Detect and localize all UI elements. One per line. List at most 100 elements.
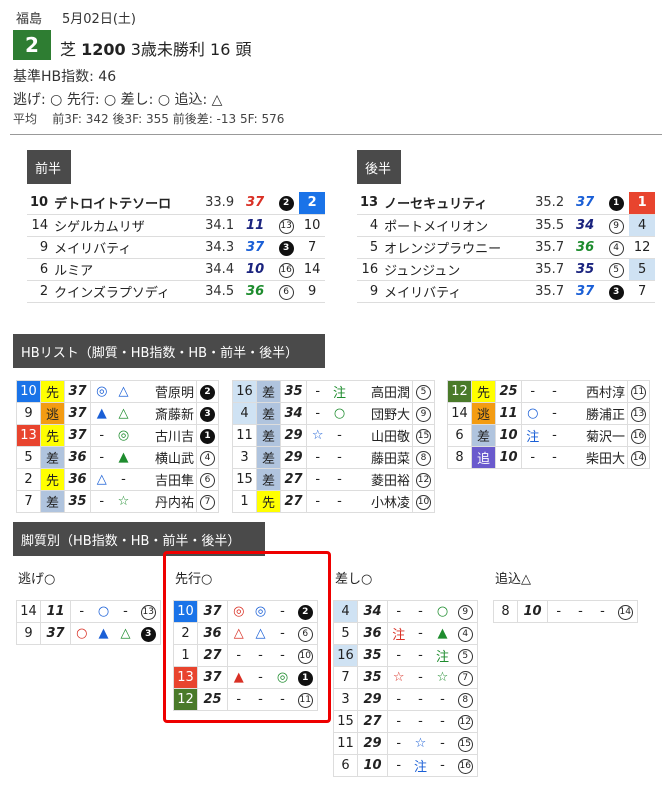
style-row: 16 35- - 注 5 — [333, 644, 478, 667]
horse-no: 2 — [173, 622, 198, 645]
rank-badge: 1 — [297, 671, 313, 686]
rank-cell: 16 — [453, 754, 478, 777]
mark-2: △ — [249, 622, 272, 645]
horse-no: 14 — [27, 214, 52, 237]
rank-badge: 10 — [297, 649, 313, 664]
mark-2: - — [249, 644, 272, 667]
rank-cell: 12 — [412, 468, 435, 491]
base-hb-index: 基準HB指数: 46 — [13, 69, 117, 85]
running-style: 先 — [40, 468, 65, 491]
horse-name: デトロイトテソーロ — [51, 192, 198, 215]
horse-no: 7 — [333, 666, 358, 689]
hb-value: 35 — [357, 666, 388, 689]
hb-value: 37 — [567, 280, 604, 303]
mark-3: - — [591, 600, 614, 623]
hb-value: 36 — [237, 280, 274, 303]
rank-badge: 2 — [200, 385, 215, 400]
mark-2: - — [328, 468, 351, 491]
mark-1: - — [306, 380, 329, 403]
hb-value: 10 — [495, 424, 522, 447]
mark-2: - — [543, 380, 566, 403]
rank-cell: 6 — [273, 280, 300, 303]
mark-3: ◎ — [271, 666, 294, 689]
rank-cell: 14 — [627, 446, 650, 469]
mark-1: - — [90, 446, 113, 469]
horse-no: 9 — [16, 402, 41, 425]
rank-cell: 9 — [603, 214, 630, 237]
mark-1: - — [387, 732, 410, 755]
style-row: 10 37 ◎ ◎ -2 — [173, 600, 318, 623]
running-style: 逃 — [40, 402, 65, 425]
mark-2: - — [328, 446, 351, 469]
first-half-tag: 前半 — [27, 150, 71, 184]
rank-badge: 3 — [608, 284, 624, 300]
mark-1: - — [306, 490, 329, 513]
style-row: 5 36 注 - ▲ 4 — [333, 622, 478, 645]
rank-badge: 3 — [278, 240, 294, 256]
hb-value: 37 — [40, 622, 71, 645]
rank-cell: 5 — [603, 258, 630, 281]
style-table-senko: 10 37 ◎ ◎ -2 2 36 △ △ -6 1 27- - -10 13 37 ▲ - ◎ 1 12 25- - -11 — [173, 600, 318, 711]
jockey-name: 菊沢一 — [565, 424, 628, 447]
horse-no: 4 — [232, 402, 257, 425]
mark-3: - — [431, 688, 454, 711]
rank-cell: 1 — [196, 424, 219, 447]
mark-3: - — [431, 754, 454, 777]
second-half-table: 13 ノーセキュリティ 35.2 37 1 1 4 ポートメイリオン 35.5 34 9 4 5 オレンジ… — [357, 192, 656, 303]
mark-2: ▲ — [92, 622, 115, 645]
running-style: 追 — [471, 446, 496, 469]
mark-2: - — [543, 402, 566, 425]
style-row: 1 27- - -10 — [173, 644, 318, 667]
horse-name: ノーセキュリティ — [381, 192, 528, 215]
race-class: 3歳未勝利 — [130, 40, 205, 59]
jockey-name: 山田敬 — [350, 424, 413, 447]
position-cell: 4 — [629, 214, 656, 237]
rank-cell: 3 — [603, 280, 630, 303]
mark-1: 注 — [387, 622, 410, 645]
hb-list-row: 3 差 29- - 藤田菜 8 — [232, 446, 435, 469]
hb-value: 34 — [567, 214, 604, 237]
avg-value: 576 — [257, 112, 285, 126]
horse-no: 5 — [333, 622, 358, 645]
avg-label: 平均 — [13, 112, 38, 126]
jockey-name: 横山武 — [134, 446, 197, 469]
hb-value: 27 — [280, 490, 307, 513]
mark-1: - — [521, 380, 544, 403]
rank-cell: 3 — [136, 622, 161, 645]
hb-list-col-3: 12 先 25- - 西村淳 11 14 逃 11 ○ - 勝浦正 13 6 差 10 注 - 菊沢一 16 8 追 10-… — [447, 380, 650, 469]
position-cell: 10 — [299, 214, 326, 237]
horse-no: 10 — [16, 380, 41, 403]
style-table-nige: 14 11- ○ -13 9 37 ○ ▲ △ 3 — [16, 600, 161, 645]
jockey-name: 小林凌 — [350, 490, 413, 513]
hb-value: 27 — [357, 710, 388, 733]
horse-no: 3 — [333, 688, 358, 711]
mark-1: - — [387, 710, 410, 733]
mark-1: - — [90, 490, 113, 513]
mark-1: ○ — [521, 402, 544, 425]
rank-badge: 5 — [457, 649, 473, 664]
hb-value: 29 — [280, 424, 307, 447]
rank-badge: 8 — [416, 451, 431, 466]
mark-1: - — [306, 402, 329, 425]
horse-no: 14 — [16, 600, 41, 623]
avg-value: 355 — [142, 112, 173, 126]
first-half-table: 10 デトロイトテソーロ 33.9 37 2 2 14 シゲルカムリザ 34.1 11 13 10 9 メ… — [27, 192, 326, 303]
jockey-name: 勝浦正 — [565, 402, 628, 425]
hb-list-row: 11 差 29 ☆ - 山田敬 15 — [232, 424, 435, 447]
rank-badge: 3 — [200, 407, 215, 422]
hb-list-row: 4 差 34- ○ 団野大 9 — [232, 402, 435, 425]
rank-cell: 11 — [293, 688, 318, 711]
mark-1: ▲ — [227, 666, 250, 689]
style-row: 12 25- - -11 — [173, 688, 318, 711]
hb-value: 36 — [197, 622, 228, 645]
rank-badge: 12 — [457, 715, 473, 730]
horse-name: ジュンジュン — [381, 258, 528, 281]
hb-value: 35 — [280, 380, 307, 403]
hb-value: 35 — [64, 490, 91, 513]
mark-1: △ — [90, 468, 113, 491]
jockey-name: 菱田裕 — [350, 468, 413, 491]
rank-badge: 16 — [457, 759, 473, 774]
rank-badge: 11 — [631, 385, 646, 400]
mark-3: ▲ — [431, 622, 454, 645]
mark-1: △ — [227, 622, 250, 645]
